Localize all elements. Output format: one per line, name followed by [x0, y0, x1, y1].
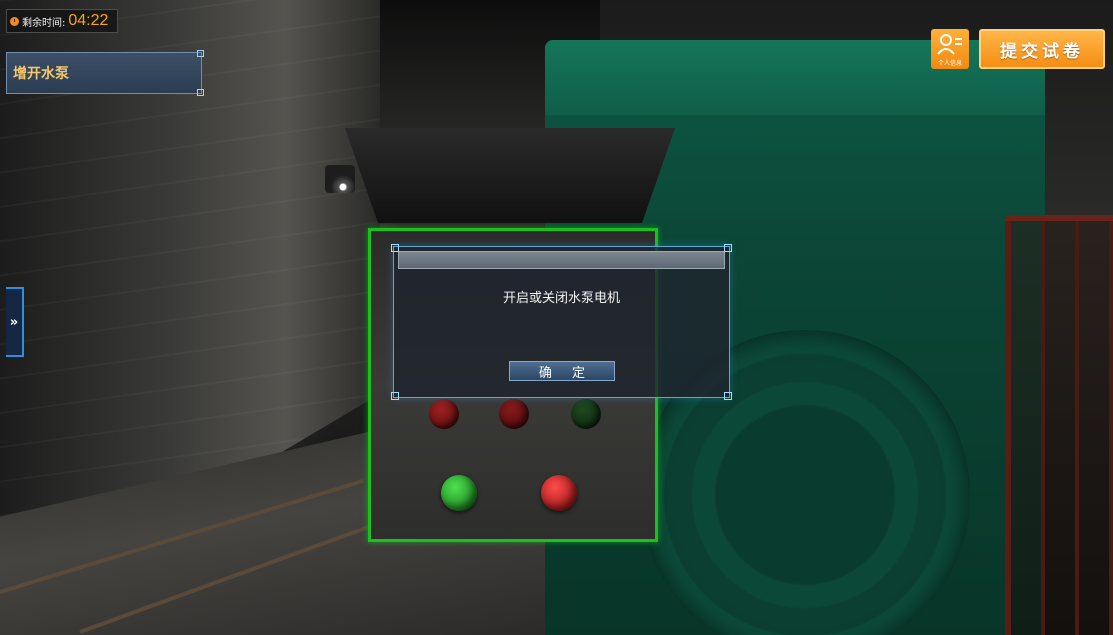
confirm-button[interactable]: 确 定 [509, 361, 615, 381]
dialog-titlebar[interactable] [398, 251, 725, 269]
countdown-timer: 剩余时间: 04:22 [6, 9, 118, 33]
corner-mark [724, 392, 732, 400]
stop-button[interactable] [541, 475, 577, 511]
start-button[interactable] [441, 475, 477, 511]
dialog-message: 开启或关闭水泵电机 [502, 291, 620, 306]
panel-hood [345, 128, 675, 223]
corner-mark [391, 392, 399, 400]
safety-railing [1005, 215, 1113, 635]
profile-button[interactable]: 个人信息 [931, 29, 969, 69]
corner-mark [724, 244, 732, 252]
message-dialog: 开启或关闭水泵电机 确 定 [391, 244, 732, 400]
user-profile-icon [937, 34, 962, 55]
indicator-light-red [499, 399, 529, 429]
profile-label: 个人信息 [937, 60, 962, 67]
double-chevron-right-icon[interactable]: » [6, 287, 24, 357]
task-panel[interactable]: 增开水泵 [6, 50, 204, 96]
timer-label: 剩余时间: [22, 17, 66, 29]
scene-viewport[interactable]: 剩余时间: 04:22 增开水泵 » 个人信息 提交试卷 开启或关闭水泵电机 确… [0, 0, 1113, 635]
indicator-light-green [571, 399, 601, 429]
clock-icon [10, 16, 19, 26]
timer-value: 04:22 [68, 12, 109, 29]
task-title: 增开水泵 [13, 66, 69, 82]
corner-mark [391, 244, 399, 252]
corner-mark [197, 89, 204, 96]
indicator-light-red [429, 399, 459, 429]
wall-lamp [325, 165, 355, 193]
submit-exam-button[interactable]: 提交试卷 [979, 29, 1105, 69]
pump-motor-top [545, 40, 1045, 115]
corner-mark [197, 50, 204, 57]
